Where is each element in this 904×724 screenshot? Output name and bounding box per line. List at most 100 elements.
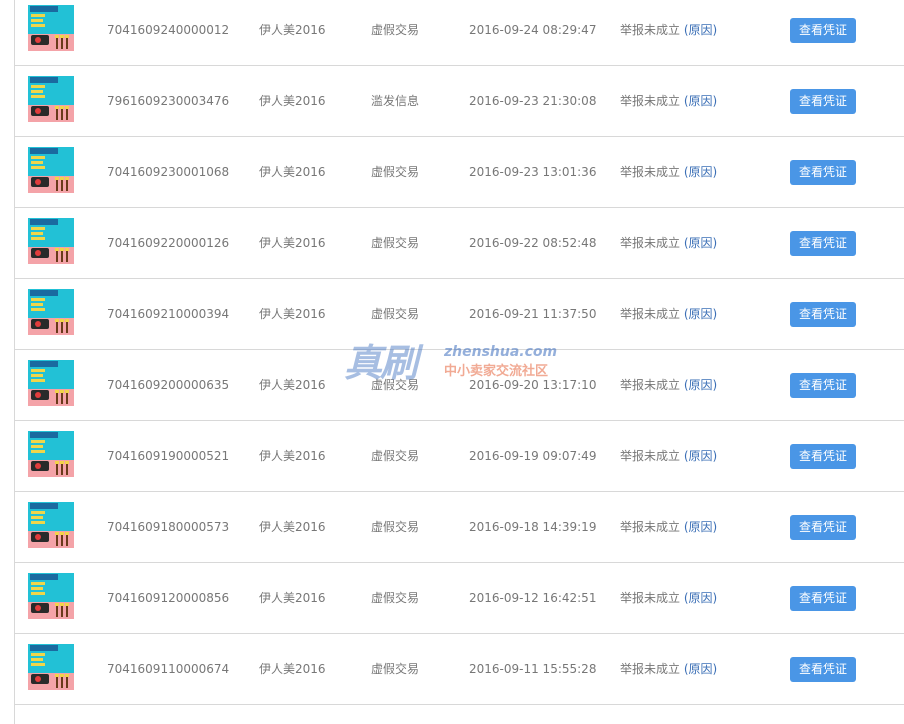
- table-row: 7041609230001068 伊人美2016 虚假交易 2016-09-23…: [15, 137, 904, 208]
- report-type: 虚假交易: [371, 236, 420, 250]
- reason-link[interactable]: (原因): [684, 591, 717, 605]
- view-evidence-button[interactable]: 查看凭证: [790, 89, 856, 114]
- reason-link[interactable]: (原因): [684, 23, 717, 37]
- view-evidence-button[interactable]: 查看凭证: [790, 657, 856, 682]
- view-evidence-cell: 查看凭证: [790, 634, 856, 704]
- product-thumbnail: [28, 634, 76, 704]
- reason-link[interactable]: (原因): [684, 307, 717, 321]
- order-number: 7041609190000521: [107, 449, 230, 463]
- product-thumbnail: [28, 563, 76, 633]
- table-row: 7041609180000573 伊人美2016 虚假交易 2016-09-18…: [15, 492, 904, 563]
- product-thumbnail: [28, 66, 76, 136]
- shop-name: 伊人美2016: [259, 23, 326, 37]
- shop-name: 伊人美2016: [259, 378, 326, 392]
- report-time: 2016-09-24 08:29:47: [469, 23, 597, 37]
- status-text: 举报未成立: [620, 378, 681, 392]
- report-status: 举报未成立 (原因): [620, 0, 717, 65]
- product-thumbnail: [28, 350, 76, 420]
- report-status: 举报未成立 (原因): [620, 634, 717, 704]
- report-time: 2016-09-23 13:01:36: [469, 165, 597, 179]
- report-time: 2016-09-12 16:42:51: [469, 591, 597, 605]
- order-number: 7041609210000394: [107, 307, 230, 321]
- view-evidence-button[interactable]: 查看凭证: [790, 515, 856, 540]
- order-number: 7041609180000573: [107, 520, 230, 534]
- report-time: 2016-09-18 14:39:19: [469, 520, 597, 534]
- table-row: 7041609110000674 伊人美2016 虚假交易 2016-09-11…: [15, 634, 904, 705]
- report-type: 虚假交易: [371, 662, 420, 676]
- shop-name: 伊人美2016: [259, 236, 326, 250]
- status-text: 举报未成立: [620, 236, 681, 250]
- status-text: 举报未成立: [620, 23, 681, 37]
- view-evidence-button[interactable]: 查看凭证: [790, 373, 856, 398]
- view-evidence-cell: 查看凭证: [790, 492, 856, 562]
- view-evidence-button[interactable]: 查看凭证: [790, 160, 856, 185]
- view-evidence-cell: 查看凭证: [790, 66, 856, 136]
- status-text: 举报未成立: [620, 165, 681, 179]
- report-status: 举报未成立 (原因): [620, 66, 717, 136]
- report-status: 举报未成立 (原因): [620, 137, 717, 207]
- report-time: 2016-09-20 13:17:10: [469, 378, 597, 392]
- reason-link[interactable]: (原因): [684, 165, 717, 179]
- table-row: 7041609120000856 伊人美2016 虚假交易 2016-09-12…: [15, 563, 904, 634]
- reason-link[interactable]: (原因): [684, 662, 717, 676]
- status-text: 举报未成立: [620, 307, 681, 321]
- view-evidence-button[interactable]: 查看凭证: [790, 231, 856, 256]
- report-type: 虚假交易: [371, 591, 420, 605]
- reason-link[interactable]: (原因): [684, 236, 717, 250]
- report-type: 虚假交易: [371, 520, 420, 534]
- product-thumbnail: [28, 137, 76, 207]
- table-row: 7041609200000635 伊人美2016 虚假交易 2016-09-20…: [15, 350, 904, 421]
- report-status: 举报未成立 (原因): [620, 208, 717, 278]
- view-evidence-button[interactable]: 查看凭证: [790, 18, 856, 43]
- table-row: 7041609220000126 伊人美2016 虚假交易 2016-09-22…: [15, 208, 904, 279]
- shop-name: 伊人美2016: [259, 307, 326, 321]
- order-number: 7041609200000635: [107, 378, 230, 392]
- reason-link[interactable]: (原因): [684, 94, 717, 108]
- status-text: 举报未成立: [620, 591, 681, 605]
- report-time: 2016-09-21 11:37:50: [469, 307, 597, 321]
- report-type: 虚假交易: [371, 23, 420, 37]
- report-status: 举报未成立 (原因): [620, 421, 717, 491]
- status-text: 举报未成立: [620, 520, 681, 534]
- reason-link[interactable]: (原因): [684, 378, 717, 392]
- status-text: 举报未成立: [620, 449, 681, 463]
- report-status: 举报未成立 (原因): [620, 492, 717, 562]
- report-type: 虚假交易: [371, 449, 420, 463]
- view-evidence-button[interactable]: 查看凭证: [790, 302, 856, 327]
- view-evidence-cell: 查看凭证: [790, 137, 856, 207]
- shop-name: 伊人美2016: [259, 449, 326, 463]
- view-evidence-cell: 查看凭证: [790, 350, 856, 420]
- view-evidence-cell: 查看凭证: [790, 563, 856, 633]
- report-status: 举报未成立 (原因): [620, 279, 717, 349]
- order-number: 7041609120000856: [107, 591, 230, 605]
- view-evidence-cell: 查看凭证: [790, 208, 856, 278]
- report-type: 虚假交易: [371, 378, 420, 392]
- view-evidence-cell: 查看凭证: [790, 421, 856, 491]
- view-evidence-cell: 查看凭证: [790, 279, 856, 349]
- report-type: 滥发信息: [371, 94, 420, 108]
- order-number: 7041609110000674: [107, 662, 230, 676]
- reason-link[interactable]: (原因): [684, 449, 717, 463]
- product-thumbnail: [28, 492, 76, 562]
- table-row: 7041609210000394 伊人美2016 虚假交易 2016-09-21…: [15, 279, 904, 350]
- status-text: 举报未成立: [620, 662, 681, 676]
- report-time: 2016-09-19 09:07:49: [469, 449, 597, 463]
- order-number: 7041609240000012: [107, 23, 230, 37]
- product-thumbnail: [28, 0, 76, 65]
- table-row: 7041609240000012 伊人美2016 虚假交易 2016-09-24…: [15, 0, 904, 66]
- report-status: 举报未成立 (原因): [620, 350, 717, 420]
- order-number: 7041609220000126: [107, 236, 230, 250]
- view-evidence-button[interactable]: 查看凭证: [790, 444, 856, 469]
- shop-name: 伊人美2016: [259, 591, 326, 605]
- product-thumbnail: [28, 421, 76, 491]
- reason-link[interactable]: (原因): [684, 520, 717, 534]
- view-evidence-button[interactable]: 查看凭证: [790, 586, 856, 611]
- view-evidence-cell: 查看凭证: [790, 0, 856, 65]
- report-time: 2016-09-23 21:30:08: [469, 94, 597, 108]
- order-number: 7041609230001068: [107, 165, 230, 179]
- shop-name: 伊人美2016: [259, 94, 326, 108]
- report-time: 2016-09-11 15:55:28: [469, 662, 597, 676]
- report-table: 7041609240000012 伊人美2016 虚假交易 2016-09-24…: [14, 0, 904, 724]
- table-row: 7041609190000521 伊人美2016 虚假交易 2016-09-19…: [15, 421, 904, 492]
- shop-name: 伊人美2016: [259, 662, 326, 676]
